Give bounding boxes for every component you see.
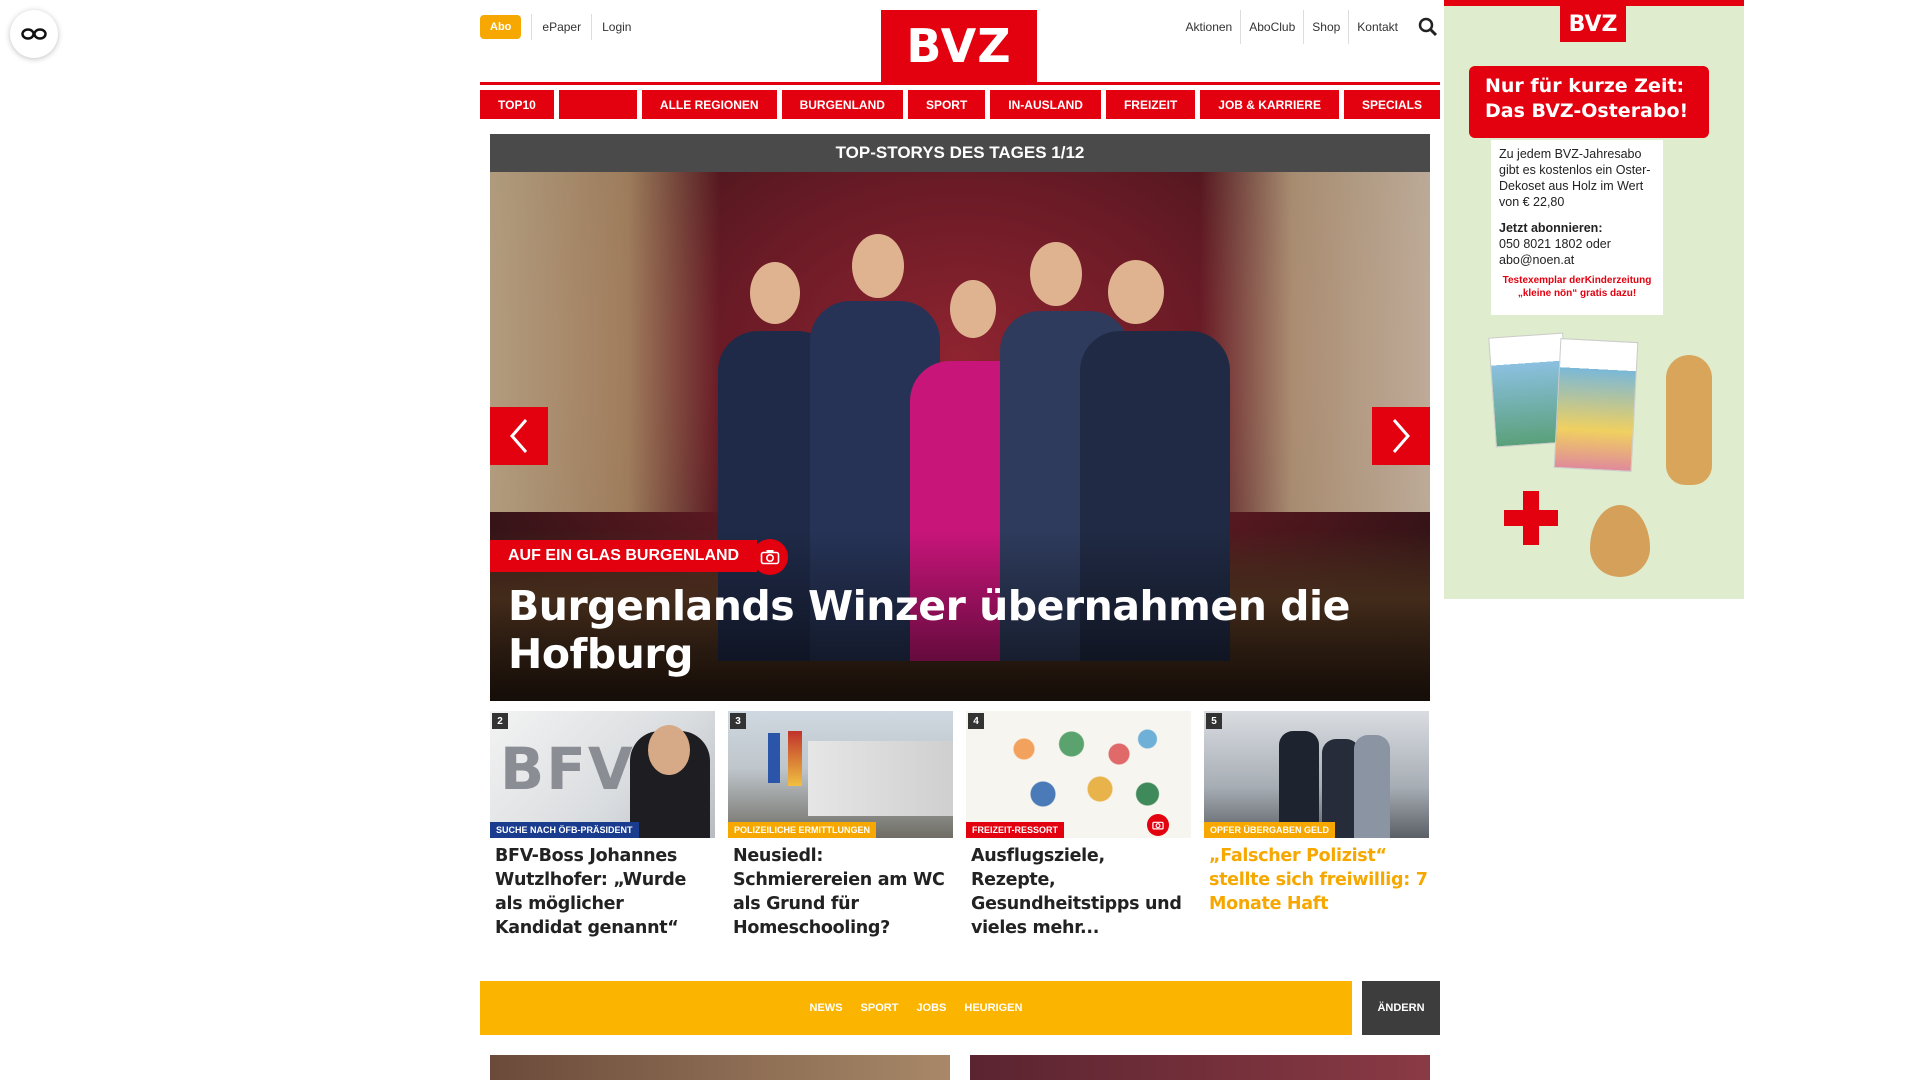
aboclub-link[interactable]: AboClub: [1240, 10, 1303, 44]
flag-blue: [768, 733, 780, 783]
teaser-image-right[interactable]: [970, 1055, 1430, 1080]
story-card-image[interactable]: 2 BFV SUCHE NACH ÖFB-PRÄSIDENT: [490, 711, 715, 838]
nav-item-burgenland[interactable]: BURGENLAND: [781, 90, 903, 119]
story-card[interactable]: 3 POLIZEILICHE ERMITTLUNGEN Neusiedl: Sc…: [728, 711, 953, 940]
camera-icon: [1147, 814, 1169, 836]
top-right-links: Aktionen AboClub Shop Kontakt: [1178, 10, 1440, 44]
bfv-logo: BFV: [500, 735, 635, 803]
story-card[interactable]: 4 FREIZEIT-RESSORT Ausflugsziele, Rezept…: [966, 711, 1191, 940]
wooden-rabbit: [1666, 355, 1712, 485]
story-rank: 2: [492, 713, 508, 729]
story-tag: FREIZEIT-RESSORT: [966, 822, 1065, 838]
story-cards: 2 BFV SUCHE NACH ÖFB-PRÄSIDENT BFV-Boss …: [490, 711, 1430, 940]
nav-item-alle-regionen[interactable]: ALLE REGIONEN: [641, 90, 777, 119]
person-portrait-head: [648, 725, 690, 775]
abo-button[interactable]: Abo: [480, 15, 522, 39]
login-link[interactable]: Login: [591, 14, 641, 40]
reader-mode-button[interactable]: [10, 10, 58, 58]
story-title[interactable]: Ausflugsziele, Rezepte, Gesundheitstipps…: [966, 844, 1191, 940]
ad-banner[interactable]: BVZ Nur für kurze Zeit: Das BVZ-Osterabo…: [1444, 0, 1744, 599]
nav-item-top10[interactable]: TOP10: [480, 90, 554, 119]
glasses-icon: [21, 28, 47, 40]
nav-item-blank[interactable]: [558, 90, 637, 119]
aktionen-link[interactable]: Aktionen: [1178, 10, 1241, 44]
region-news[interactable]: NEWS: [810, 1002, 843, 1014]
nav-item-specials[interactable]: SPECIALS: [1343, 90, 1440, 119]
story-rank: 5: [1206, 713, 1222, 729]
story-card[interactable]: 2 BFV SUCHE NACH ÖFB-PRÄSIDENT BFV-Boss …: [490, 711, 715, 940]
slider-prev-button[interactable]: [490, 407, 548, 465]
story-title[interactable]: BFV-Boss Johannes Wutzlhofer: „Wurde als…: [490, 844, 715, 940]
nav-item-freizeit[interactable]: FREIZEIT: [1105, 90, 1196, 119]
teaser-image-left[interactable]: [490, 1055, 950, 1080]
person-5-head: [1108, 260, 1164, 324]
flag-red: [788, 731, 802, 786]
region-bar: NEWS SPORT JOBS HEURIGEN: [480, 981, 1352, 1035]
story-card-image[interactable]: 3 POLIZEILICHE ERMITTLUNGEN: [728, 711, 953, 838]
slider-next-button[interactable]: [1372, 407, 1430, 465]
chevron-left-icon: [510, 419, 528, 453]
header-divider: [480, 82, 1440, 85]
ad-headline: Nur für kurze Zeit: Das BVZ-Osterabo!: [1469, 66, 1709, 138]
top-left-links: Abo ePaper Login: [480, 14, 641, 40]
person-4-head: [1030, 242, 1082, 306]
slide-headline[interactable]: Burgenlands Winzer übernahmen die Hofbur…: [508, 582, 1388, 678]
nav-item-in-ausland[interactable]: IN-AUSLAND: [990, 90, 1101, 119]
search-icon[interactable]: [1416, 15, 1440, 39]
slide-category-tag[interactable]: AUF EIN GLAS BURGENLAND: [490, 540, 758, 572]
kontakt-link[interactable]: Kontakt: [1348, 10, 1406, 44]
wooden-egg: [1590, 505, 1650, 577]
school-building: [808, 741, 953, 816]
ad-cta-contact: 050 8021 1802 oder abo@noen.at: [1499, 237, 1611, 267]
ad-headline-line1: Nur für kurze Zeit:: [1485, 75, 1685, 97]
nav-item-job-karriere[interactable]: JOB & KARRIERE: [1200, 90, 1339, 119]
story-title[interactable]: „Falscher Polizist“ stellte sich freiwil…: [1204, 844, 1429, 916]
slider-header: TOP-STORYS DES TAGES 1/12: [490, 134, 1430, 172]
story-rank: 3: [730, 713, 746, 729]
ad-body: Zu jedem BVZ-Jahresabo gibt es kostenlos…: [1491, 140, 1663, 315]
site-container: Abo ePaper Login BVZ Aktionen AboClub Sh…: [480, 0, 1440, 1080]
story-rank: 4: [968, 713, 984, 729]
main-nav: TOP10 ALLE REGIONEN BURGENLAND SPORT IN-…: [480, 90, 1440, 119]
nav-item-sport[interactable]: SPORT: [907, 90, 986, 119]
ad-red-note: Testexemplar derKinderzeitung „kleine nö…: [1502, 275, 1652, 299]
ad-body-text: Zu jedem BVZ-Jahresabo gibt es kostenlos…: [1499, 147, 1651, 209]
magazine-cover: [1553, 338, 1639, 472]
top-stories-slider[interactable]: TOP-STORYS DES TAGES 1/12 AUF EIN GLAS B…: [490, 134, 1430, 701]
story-title[interactable]: Neusiedl: Schmierereien am WC als Grund …: [728, 844, 953, 940]
story-card[interactable]: 5 OPFER ÜBERGABEN GELD „Falscher Polizis…: [1204, 711, 1429, 940]
top-bar: Abo ePaper Login BVZ Aktionen AboClub Sh…: [480, 0, 1440, 82]
plus-icon-vertical: [1523, 491, 1539, 545]
person-3-head: [950, 280, 996, 338]
story-card-image[interactable]: 4 FREIZEIT-RESSORT: [966, 711, 1191, 838]
officer-3: [1354, 735, 1390, 838]
ad-logo: BVZ: [1560, 6, 1626, 42]
change-region-button[interactable]: ÄNDERN: [1362, 981, 1440, 1035]
story-tag: POLIZEILICHE ERMITTLUNGEN: [728, 822, 876, 838]
story-tag: OPFER ÜBERGABEN GELD: [1204, 822, 1336, 838]
bvz-logo[interactable]: BVZ: [881, 10, 1037, 82]
logo-text: BVZ: [906, 19, 1012, 73]
camera-icon: [752, 539, 788, 575]
story-tag: SUCHE NACH ÖFB-PRÄSIDENT: [490, 822, 639, 838]
person-2-head: [852, 234, 904, 298]
region-jobs[interactable]: JOBS: [916, 1002, 946, 1014]
illustration-people: [986, 719, 1176, 819]
shop-link[interactable]: Shop: [1303, 10, 1348, 44]
epaper-link[interactable]: ePaper: [531, 14, 591, 40]
chevron-right-icon: [1392, 419, 1410, 453]
ad-headline-line2: Das BVZ-Osterabo!: [1485, 100, 1689, 122]
person-1-head: [750, 262, 800, 324]
region-heurigen[interactable]: HEURIGEN: [964, 1002, 1022, 1014]
region-sport[interactable]: SPORT: [861, 1002, 899, 1014]
story-card-image[interactable]: 5 OPFER ÜBERGABEN GELD: [1204, 711, 1429, 838]
ad-cta-label: Jetzt abonnieren:: [1499, 221, 1603, 235]
